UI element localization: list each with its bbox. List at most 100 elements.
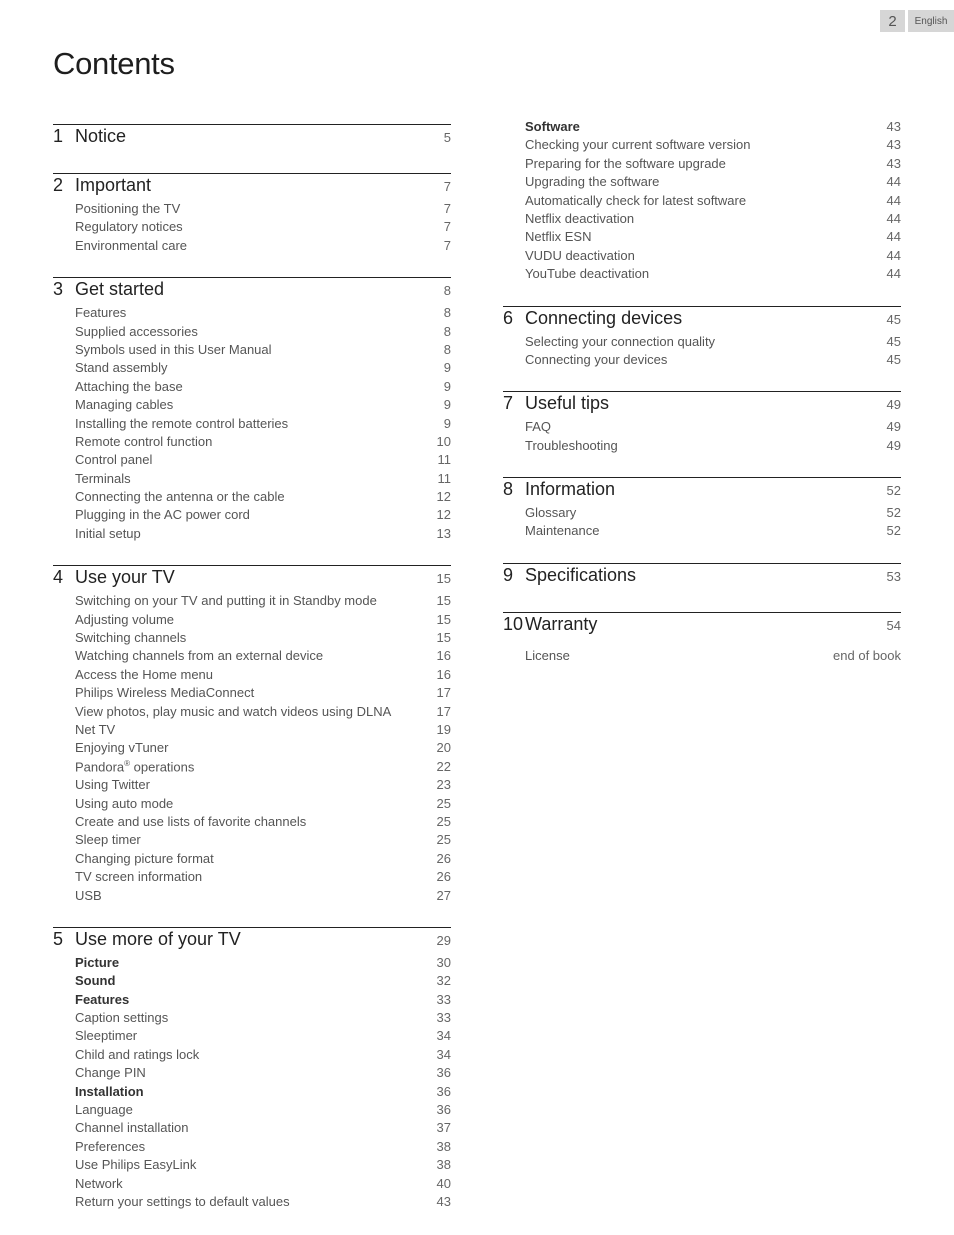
entry-label[interactable]: Connecting your devices [525,352,887,367]
entry-label[interactable]: Watching channels from an external devic… [75,648,437,663]
entry-label[interactable]: Features [75,305,444,320]
entry-label[interactable]: Attaching the base [75,379,444,394]
entry-label[interactable]: Network [75,1176,437,1191]
section-heading[interactable]: 7 Useful tips 49 [503,393,901,419]
toc-entry[interactable]: Using Twitter 23 [53,777,451,795]
toc-entry[interactable]: Software 43 [503,119,901,137]
entry-label[interactable]: Managing cables [75,397,444,412]
entry-label[interactable]: Use Philips EasyLink [75,1157,437,1172]
toc-entry[interactable]: Netflix deactivation 44 [503,211,901,229]
toc-entry[interactable]: Use Philips EasyLink 38 [53,1157,451,1175]
toc-entry[interactable]: Access the Home menu 16 [53,667,451,685]
entry-label[interactable]: View photos, play music and watch videos… [75,704,437,719]
section-heading[interactable]: 9 Specifications 53 [503,565,901,591]
toc-entry[interactable]: Attaching the base 9 [53,379,451,397]
section-heading[interactable]: 1 Notice 5 [53,126,451,152]
toc-entry[interactable]: Automatically check for latest software 4… [503,193,901,211]
toc-entry[interactable]: Remote control function 10 [53,434,451,452]
toc-entry[interactable]: Net TV 19 [53,722,451,740]
entry-label[interactable]: Create and use lists of favorite channel… [75,814,437,829]
toc-entry[interactable]: Positioning the TV 7 [53,201,451,219]
toc-entry[interactable]: Preparing for the software upgrade 43 [503,156,901,174]
toc-entry[interactable]: Connecting the antenna or the cable 12 [53,489,451,507]
entry-label[interactable]: Picture [75,955,437,970]
toc-entry[interactable]: Channel installation 37 [53,1120,451,1138]
entry-label[interactable]: Switching channels [75,630,437,645]
section-title[interactable]: Specifications [525,565,887,586]
section-title[interactable]: Get started [75,279,444,300]
entry-label[interactable]: Return your settings to default values [75,1194,437,1209]
toc-entry[interactable]: TV screen information 26 [53,869,451,887]
entry-label[interactable]: USB [75,888,437,903]
toc-entry[interactable]: YouTube deactivation 44 [503,266,901,284]
entry-label[interactable]: TV screen information [75,869,437,884]
section-title[interactable]: Use more of your TV [75,929,437,950]
toc-entry[interactable]: Pandora® operations 22 [53,759,451,777]
entry-label[interactable]: Selecting your connection quality [525,334,887,349]
entry-label[interactable]: Enjoying vTuner [75,740,437,755]
toc-entry[interactable]: Glossary 52 [503,505,901,523]
toc-entry[interactable]: Caption settings 33 [53,1010,451,1028]
toc-entry[interactable]: Features 8 [53,305,451,323]
toc-entry[interactable]: Netflix ESN 44 [503,229,901,247]
entry-label[interactable]: Pandora® operations [75,759,437,774]
toc-entry[interactable]: Sleep timer 25 [53,832,451,850]
toc-entry[interactable]: Network 40 [53,1176,451,1194]
toc-entry[interactable]: Adjusting volume 15 [53,612,451,630]
toc-entry[interactable]: Watching channels from an external devic… [53,648,451,666]
section-heading[interactable]: 3 Get started 8 [53,279,451,305]
entry-label[interactable]: Environmental care [75,238,444,253]
entry-label[interactable]: Symbols used in this User Manual [75,342,444,357]
entry-label[interactable]: Installing the remote control batteries [75,416,444,431]
section-title[interactable]: Important [75,175,444,196]
entry-label[interactable]: Preferences [75,1139,437,1154]
toc-entry[interactable]: Language 36 [53,1102,451,1120]
entry-label[interactable]: Features [75,992,437,1007]
entry-label[interactable]: Supplied accessories [75,324,444,339]
section-heading[interactable]: 2 Important 7 [53,175,451,201]
entry-label[interactable]: Using auto mode [75,796,437,811]
toc-entry[interactable]: Checking your current software version 43 [503,137,901,155]
toc-entry[interactable]: Plugging in the AC power cord 12 [53,507,451,525]
entry-label[interactable]: Positioning the TV [75,201,444,216]
entry-label[interactable]: Plugging in the AC power cord [75,507,437,522]
section-title[interactable]: Use your TV [75,567,437,588]
entry-label[interactable]: Channel installation [75,1120,437,1135]
toc-entry[interactable]: Child and ratings lock 34 [53,1047,451,1065]
entry-label[interactable]: Connecting the antenna or the cable [75,489,437,504]
toc-entry[interactable]: Managing cables 9 [53,397,451,415]
section-title[interactable]: Notice [75,126,444,147]
entry-label[interactable]: Software [525,119,887,134]
entry-label[interactable]: Child and ratings lock [75,1047,437,1062]
entry-label[interactable]: License [525,648,833,663]
section-heading[interactable]: 6 Connecting devices 45 [503,308,901,334]
entry-label[interactable]: Regulatory notices [75,219,444,234]
toc-entry[interactable]: Changing picture format 26 [53,851,451,869]
toc-entry[interactable]: Enjoying vTuner 20 [53,740,451,758]
entry-label[interactable]: Netflix ESN [525,229,887,244]
entry-label[interactable]: Access the Home menu [75,667,437,682]
toc-entry[interactable]: Sound 32 [53,973,451,991]
toc-entry[interactable]: Change PIN 36 [53,1065,451,1083]
entry-label[interactable]: Glossary [525,505,887,520]
entry-label[interactable]: Language [75,1102,437,1117]
entry-label[interactable]: Changing picture format [75,851,437,866]
entry-label[interactable]: Net TV [75,722,437,737]
section-heading[interactable]: 10 Warranty 54 [503,614,901,640]
entry-label[interactable]: Initial setup [75,526,437,541]
entry-label[interactable]: Switching on your TV and putting it in S… [75,593,437,608]
toc-entry[interactable]: Initial setup 13 [53,526,451,544]
entry-label[interactable]: Maintenance [525,523,887,538]
toc-entry[interactable]: Philips Wireless MediaConnect 17 [53,685,451,703]
toc-entry[interactable]: Return your settings to default values 43 [53,1194,451,1212]
entry-label[interactable]: Change PIN [75,1065,437,1080]
entry-label[interactable]: Using Twitter [75,777,437,792]
entry-label[interactable]: Control panel [75,452,438,467]
toc-entry[interactable]: License end of book [503,648,901,666]
entry-label[interactable]: Sleeptimer [75,1028,437,1043]
entry-label[interactable]: Troubleshooting [525,438,887,453]
entry-label[interactable]: FAQ [525,419,887,434]
entry-label[interactable]: Checking your current software version [525,137,887,152]
toc-entry[interactable]: Switching channels 15 [53,630,451,648]
entry-label[interactable]: VUDU deactivation [525,248,887,263]
